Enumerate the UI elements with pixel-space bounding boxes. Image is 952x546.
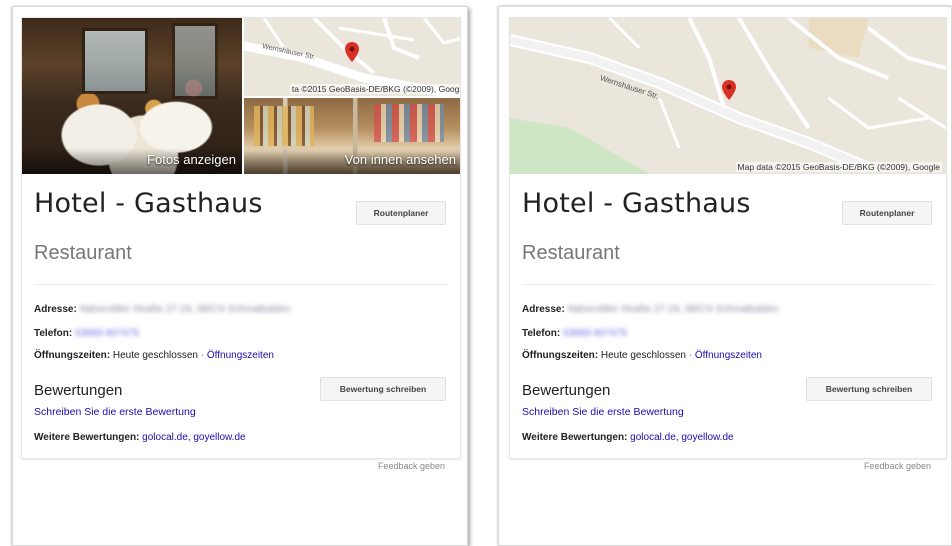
phone-value[interactable]: 03683 607475 bbox=[563, 328, 627, 339]
more-reviews-row: Weitere Bewertungen: golocal.de, goyello… bbox=[522, 432, 734, 443]
write-review-button[interactable]: Bewertung schreiben bbox=[320, 377, 446, 401]
map-large[interactable]: Wernshäuser Str. Map data ©2015 GeoBasis… bbox=[510, 18, 946, 174]
more-reviews-row: Weitere Bewertungen: golocal.de, goyello… bbox=[34, 432, 246, 443]
hours-separator: · bbox=[688, 350, 693, 361]
write-review-button[interactable]: Bewertung schreiben bbox=[806, 377, 932, 401]
knowledge-panel-right: Wernshäuser Str. Map data ©2015 GeoBasis… bbox=[498, 6, 952, 546]
media-strip: Wernshäuser Str. ta ©2015 GeoBasis-DE/BK… bbox=[22, 18, 460, 174]
more-reviews-links[interactable]: golocal.de, goyellow.de bbox=[142, 432, 245, 443]
reviews-heading: Bewertungen bbox=[522, 382, 611, 399]
address-value: Näherstiller Straße 27-29, 98574 Schmalk… bbox=[79, 304, 291, 315]
feedback-link[interactable]: Feedback geben bbox=[378, 461, 445, 471]
location-pin-icon bbox=[722, 80, 736, 100]
business-card-left: Wernshäuser Str. ta ©2015 GeoBasis-DE/BK… bbox=[21, 17, 461, 459]
write-first-review-link[interactable]: Schreiben Sie die erste Bewertung bbox=[34, 406, 196, 418]
more-reviews-links[interactable]: golocal.de, goyellow.de bbox=[630, 432, 733, 443]
hours-separator: · bbox=[200, 350, 205, 361]
phone-label: Telefon: bbox=[34, 328, 73, 339]
hours-value: Heute geschlossen bbox=[600, 350, 686, 361]
divider bbox=[522, 284, 934, 285]
divider bbox=[34, 284, 448, 285]
route-planner-button[interactable]: Routenplaner bbox=[356, 201, 446, 225]
map-attribution: Map data ©2015 GeoBasis-DE/BKG (©2009), … bbox=[735, 162, 942, 172]
hours-link[interactable]: Öffnungszeiten bbox=[695, 350, 762, 361]
phone-row: Telefon: 03683 607475 bbox=[34, 328, 139, 339]
address-label: Adresse: bbox=[34, 304, 77, 315]
more-reviews-label: Weitere Bewertungen: bbox=[522, 432, 628, 443]
hours-value: Heute geschlossen bbox=[112, 350, 198, 361]
hours-row: Öffnungszeiten: Heute geschlossen · Öffn… bbox=[34, 350, 274, 361]
business-card-right: Wernshäuser Str. Map data ©2015 GeoBasis… bbox=[509, 17, 947, 459]
business-category: Restaurant bbox=[34, 242, 132, 264]
hours-row: Öffnungszeiten: Heute geschlossen · Öffn… bbox=[522, 350, 762, 361]
view-inside-link[interactable]: Von innen ansehen bbox=[244, 148, 460, 174]
business-title: Hotel - Gasthaus bbox=[522, 188, 751, 219]
phone-label: Telefon: bbox=[522, 328, 561, 339]
reviews-heading: Bewertungen bbox=[34, 382, 123, 399]
address-label: Adresse: bbox=[522, 304, 565, 315]
knowledge-panel-left: Wernshäuser Str. ta ©2015 GeoBasis-DE/BK… bbox=[12, 6, 468, 546]
map-thumbnail[interactable]: Wernshäuser Str. ta ©2015 GeoBasis-DE/BK… bbox=[244, 18, 460, 96]
hours-label: Öffnungszeiten: bbox=[34, 350, 111, 361]
show-photos-link[interactable]: Fotos anzeigen bbox=[22, 148, 242, 174]
business-title: Hotel - Gasthaus bbox=[34, 188, 263, 219]
location-pin-icon bbox=[345, 42, 359, 62]
map-attribution: ta ©2015 GeoBasis-DE/BKG (©2009), Google bbox=[289, 84, 460, 94]
address-row: Adresse: Näherstiller Straße 27-29, 9857… bbox=[34, 304, 290, 315]
phone-value[interactable]: 03683 607475 bbox=[75, 328, 139, 339]
more-reviews-label: Weitere Bewertungen: bbox=[34, 432, 140, 443]
hours-link[interactable]: Öffnungszeiten bbox=[207, 350, 274, 361]
feedback-link[interactable]: Feedback geben bbox=[864, 461, 931, 471]
hours-label: Öffnungszeiten: bbox=[522, 350, 599, 361]
address-value: Näherstiller Straße 27-29, 98574 Schmalk… bbox=[567, 304, 779, 315]
address-row: Adresse: Näherstiller Straße 27-29, 9857… bbox=[522, 304, 778, 315]
phone-row: Telefon: 03683 607475 bbox=[522, 328, 627, 339]
route-planner-button[interactable]: Routenplaner bbox=[842, 201, 932, 225]
write-first-review-link[interactable]: Schreiben Sie die erste Bewertung bbox=[522, 406, 684, 418]
business-category: Restaurant bbox=[522, 242, 620, 264]
